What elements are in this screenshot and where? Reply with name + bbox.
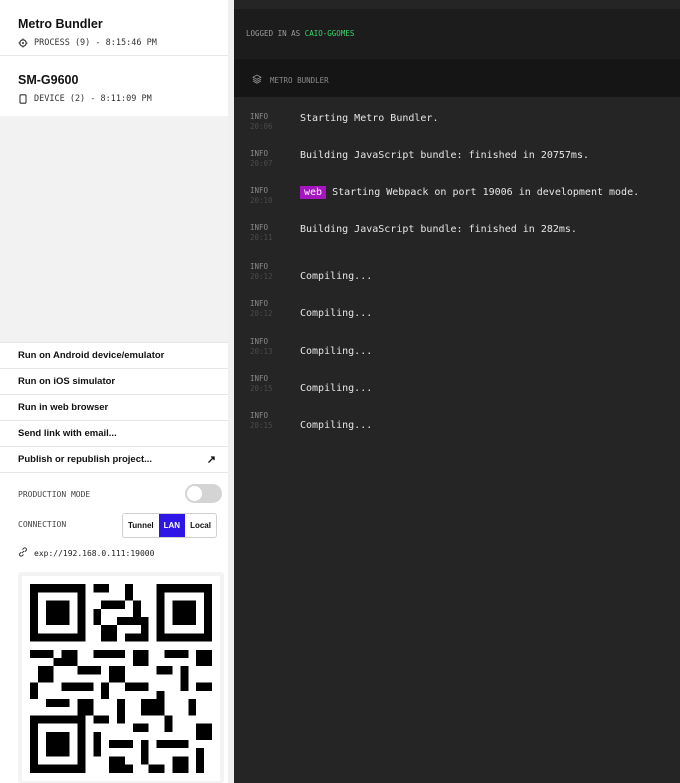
- log-time: 20:10: [250, 196, 273, 205]
- layers-icon: [252, 74, 262, 86]
- log-time: 20:06: [250, 122, 273, 131]
- log-message: Compiling...: [300, 383, 373, 394]
- log-time: 20:15: [250, 421, 273, 430]
- external-link-icon: ↗: [206, 454, 216, 466]
- process-title: Metro Bundler: [18, 17, 103, 31]
- run-web-button[interactable]: Run in web browser: [0, 394, 228, 420]
- log-message: Compiling...: [300, 308, 373, 319]
- log-level: INFO: [250, 337, 269, 346]
- send-link-button[interactable]: Send link with email...: [0, 420, 228, 446]
- process-subtitle: PROCESS (9) - 8:15:46 PM: [18, 38, 157, 48]
- log-time: 20:11: [250, 233, 273, 242]
- qr-code: [18, 572, 224, 783]
- log-level: INFO: [250, 374, 269, 383]
- project-url[interactable]: exp://192.168.0.111:19000: [18, 547, 154, 559]
- action-label: Run in web browser: [18, 402, 109, 413]
- connection-local-button[interactable]: Local: [185, 514, 216, 537]
- connection-lan-button[interactable]: LAN: [158, 514, 186, 537]
- log-message: Starting Metro Bundler.: [300, 113, 439, 124]
- top-bar: LOGGED IN AS CAIO-GGOMES: [234, 9, 680, 59]
- project-url-text: exp://192.168.0.111:19000: [34, 548, 155, 558]
- production-mode-toggle[interactable]: [185, 484, 222, 503]
- process-subtitle: DEVICE (2) - 8:11:09 PM: [18, 94, 152, 104]
- action-label: Send link with email...: [18, 428, 117, 439]
- log-message: web Starting Webpack on port 19006 in dev…: [300, 186, 640, 199]
- log-tab-title-text: METRO BUNDLER: [270, 75, 329, 85]
- process-item-device[interactable]: SM-G9600 DEVICE (2) - 8:11:09 PM: [0, 61, 228, 117]
- connection-tunnel-button[interactable]: Tunnel: [123, 514, 159, 537]
- log-time: 20:07: [250, 159, 273, 168]
- run-ios-button[interactable]: Run on iOS simulator: [0, 368, 228, 394]
- log-panel: LOGGED IN AS CAIO-GGOMES METRO BUNDLER I…: [234, 0, 680, 783]
- connection-label: CONNECTION: [18, 520, 67, 529]
- log-level: INFO: [250, 149, 269, 158]
- log-time: 20:15: [250, 384, 273, 393]
- log-tab-title: METRO BUNDLER: [252, 74, 329, 86]
- log-message: Building JavaScript bundle: finished in …: [300, 150, 589, 161]
- log-level: INFO: [250, 223, 269, 232]
- log-message-text: Starting Webpack on port 19006 in develo…: [332, 187, 640, 198]
- link-icon: [18, 547, 28, 559]
- process-subtitle-text: DEVICE (2) - 8:11:09 PM: [34, 94, 152, 104]
- sidebar: Metro Bundler PROCESS (9) - 8:15:46 PM S…: [0, 0, 234, 783]
- log-time: 20:12: [250, 272, 273, 281]
- qr-code-image: [22, 576, 220, 781]
- gear-icon: [18, 38, 28, 48]
- toggle-knob: [187, 486, 202, 501]
- username[interactable]: CAIO-GGOMES: [305, 29, 355, 38]
- web-tag: web: [300, 186, 327, 199]
- log-level: INFO: [250, 299, 269, 308]
- sidebar-empty-area: [0, 116, 228, 342]
- publish-button[interactable]: Publish or republish project... ↗: [0, 446, 228, 473]
- device-icon: [18, 94, 28, 104]
- logged-in-prefix: LOGGED IN AS: [246, 29, 305, 38]
- action-label: Run on iOS simulator: [18, 376, 116, 387]
- log-tab-header: METRO BUNDLER: [234, 59, 680, 97]
- log-level: INFO: [250, 112, 269, 121]
- process-title: SM-G9600: [18, 73, 79, 87]
- run-android-button[interactable]: Run on Android device/emulator: [0, 342, 228, 368]
- log-message: Building JavaScript bundle: finished in …: [300, 224, 577, 235]
- action-label: Publish or republish project...: [18, 454, 153, 465]
- log-message: Compiling...: [300, 346, 373, 357]
- connection-selector: Tunnel LAN Local: [122, 513, 217, 538]
- logged-in-indicator: LOGGED IN AS CAIO-GGOMES: [246, 29, 354, 38]
- log-time: 20:13: [250, 347, 273, 356]
- log-level: INFO: [250, 262, 269, 271]
- production-mode-label: PRODUCTION MODE: [18, 490, 91, 499]
- log-level: INFO: [250, 186, 269, 195]
- log-time: 20:12: [250, 309, 273, 318]
- log-message: Compiling...: [300, 420, 373, 431]
- log-message: Compiling...: [300, 271, 373, 282]
- log-level: INFO: [250, 411, 269, 420]
- action-label: Run on Android device/emulator: [18, 350, 165, 361]
- process-item-metro-bundler[interactable]: Metro Bundler PROCESS (9) - 8:15:46 PM: [0, 0, 228, 56]
- process-subtitle-text: PROCESS (9) - 8:15:46 PM: [34, 38, 157, 48]
